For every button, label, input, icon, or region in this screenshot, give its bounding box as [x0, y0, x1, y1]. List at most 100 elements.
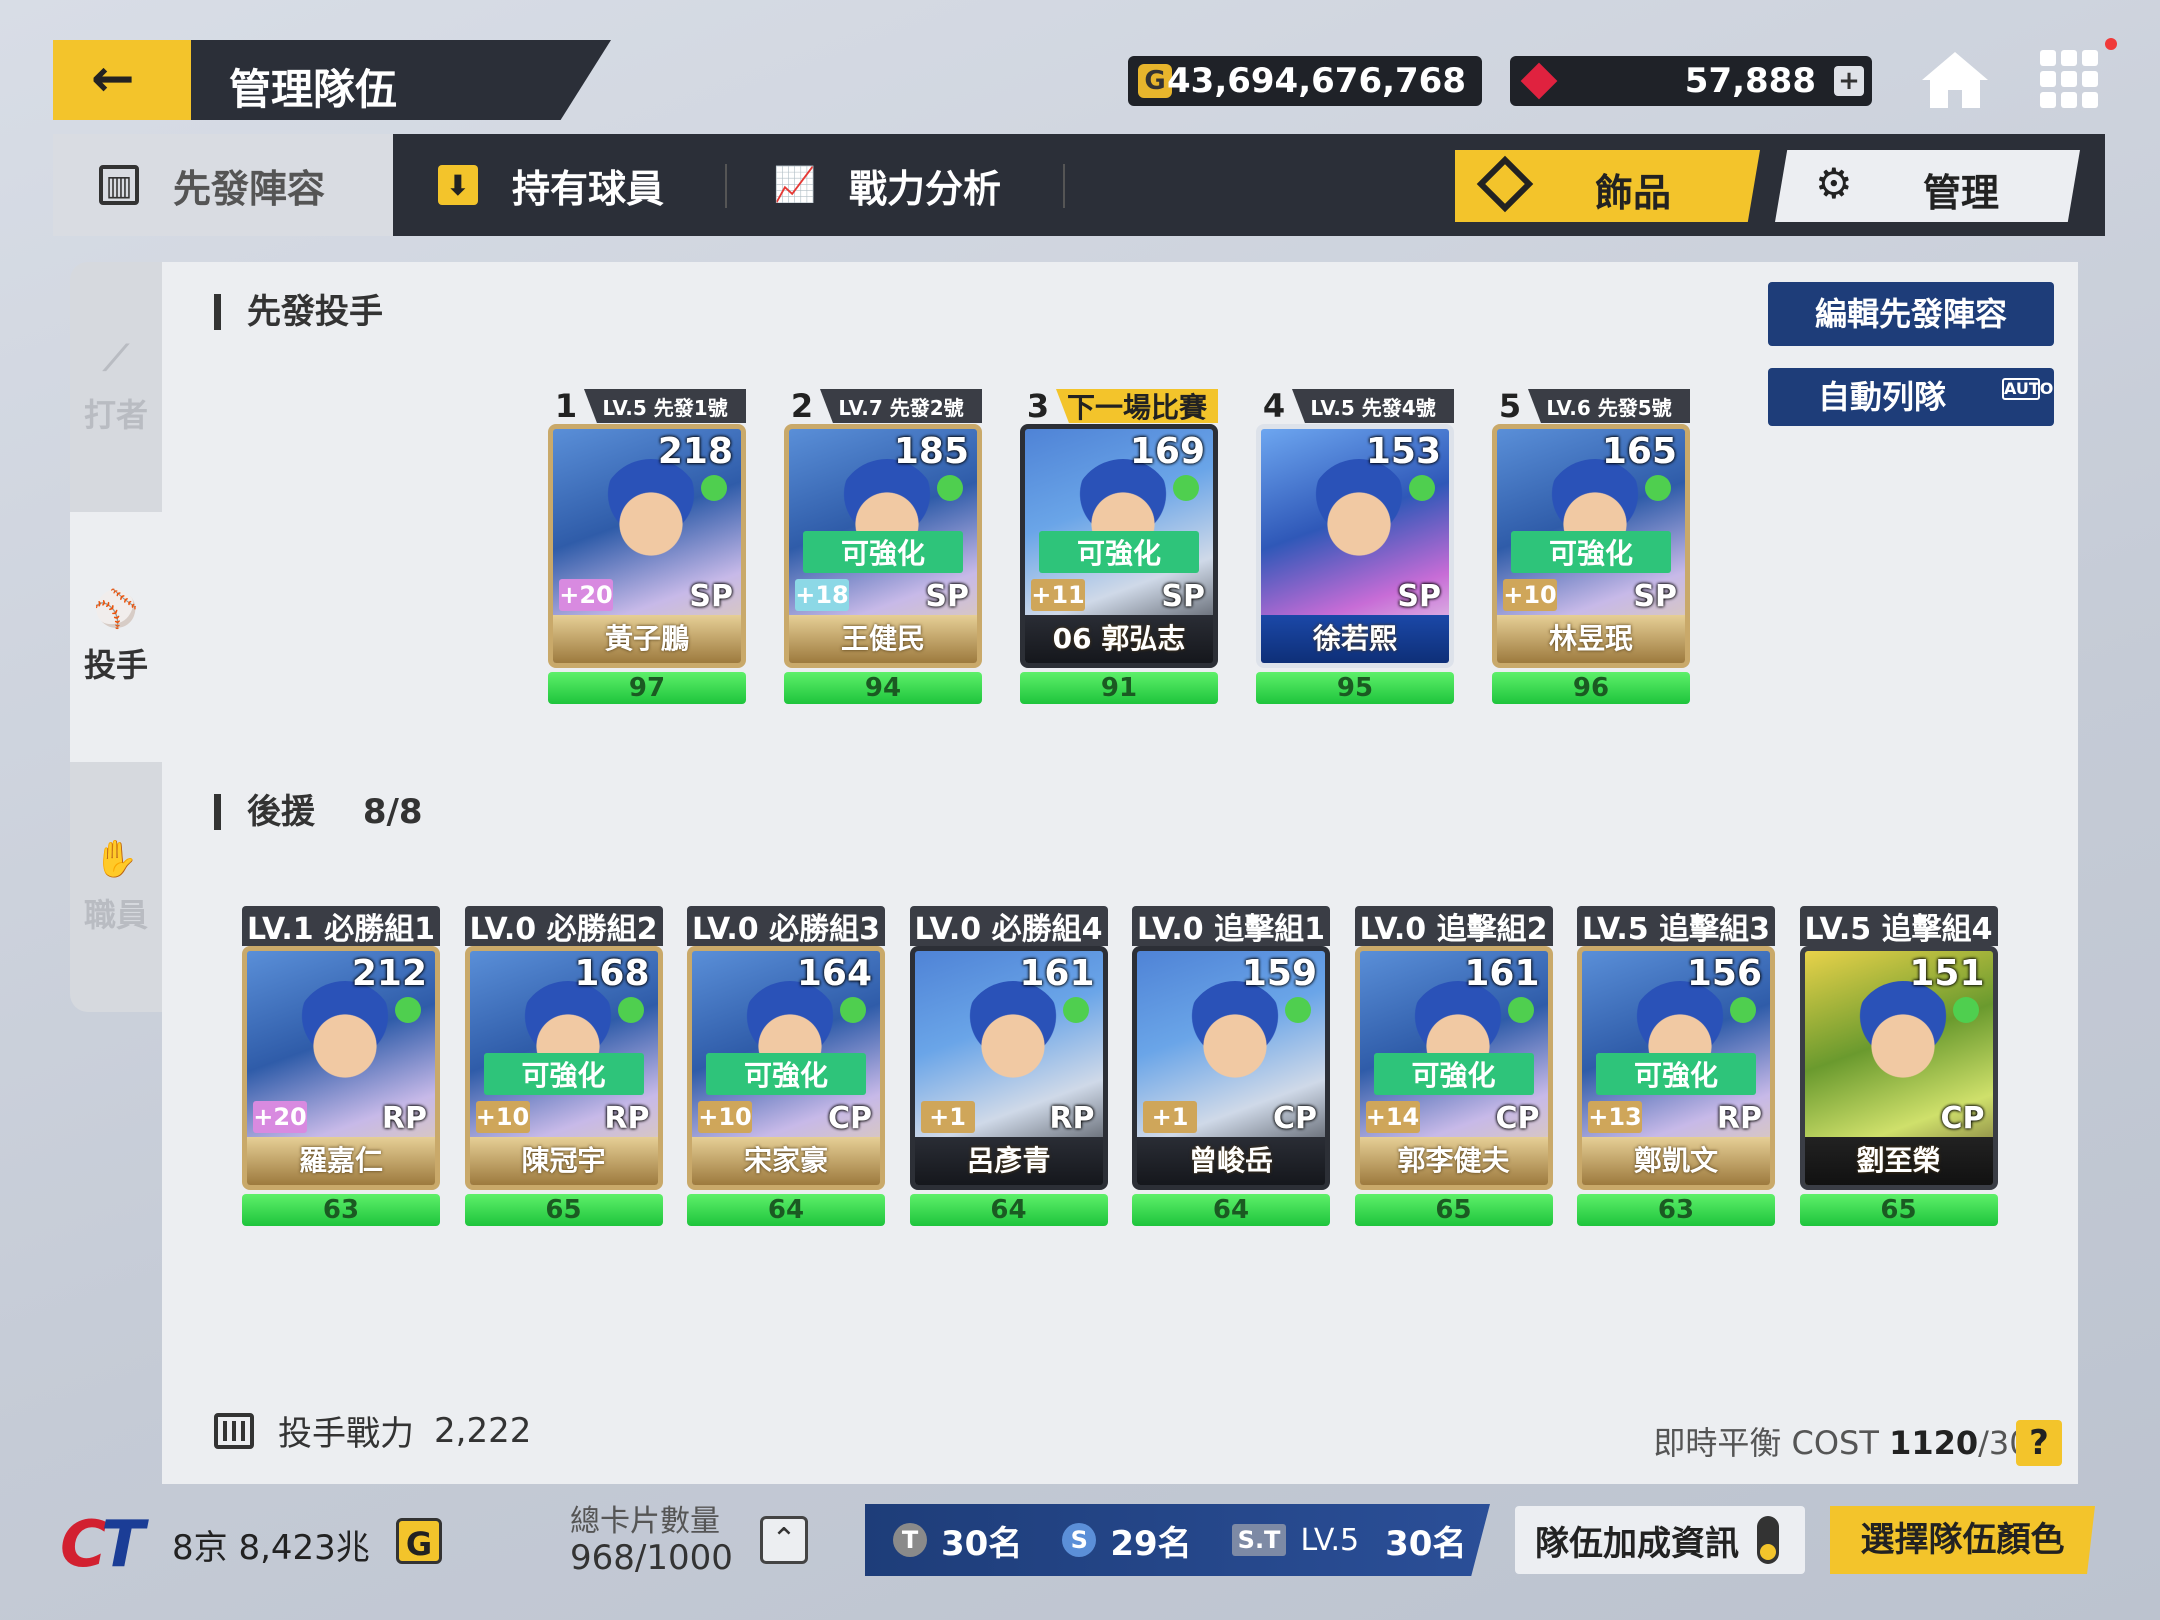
- card-count-label: 總卡片數量: [570, 1504, 720, 1539]
- back-arrow-icon: ←: [91, 49, 135, 109]
- relief-card[interactable]: LV.0 必勝組2 168 可強化 +10 RP 陳冠宇 65: [464, 906, 663, 1226]
- player-card[interactable]: 161 可強化 +14 CP 郭李健夫: [1354, 946, 1553, 1190]
- player-card[interactable]: 156 可強化 +13 RP 鄭凱文: [1577, 946, 1775, 1190]
- auto-lineup-button[interactable]: 自動列隊 AUTO: [1768, 368, 2054, 426]
- player-name: 呂彥青: [914, 1137, 1103, 1185]
- starter-card[interactable]: 4 LV.5 先發4號 153 SP 徐若熙 95: [1256, 387, 1454, 704]
- player-name: 鄭凱文: [1582, 1137, 1770, 1185]
- gear-icon: ⚙: [1815, 159, 1853, 208]
- rank-bar[interactable]: T 30名 S 29名 S.T LV.5 30名: [865, 1504, 1490, 1576]
- player-card[interactable]: 185 可強化 +18 SP 王健民: [784, 424, 982, 668]
- condition-dot: [840, 997, 866, 1023]
- cost-value: 1120: [1889, 1424, 1979, 1462]
- player-card[interactable]: 212 +20 RP 羅嘉仁: [242, 946, 440, 1190]
- card-header: 3 下一場比賽: [1020, 387, 1218, 425]
- condition-bar: 63: [1577, 1194, 1775, 1226]
- relief-card[interactable]: LV.0 追擊組2 161 可強化 +14 CP 郭李健夫 65: [1354, 906, 1553, 1226]
- notification-dot: [2105, 38, 2117, 50]
- help-button[interactable]: ?: [2016, 1420, 2062, 1466]
- starter-card[interactable]: 2 LV.7 先發2號 185 可強化 +18 SP 王健民 94: [784, 387, 982, 704]
- side-batter-label: 打者: [83, 396, 148, 434]
- tab-owned-players[interactable]: ⬇ 持有球員: [438, 134, 664, 236]
- enhance-badge: 可強化: [1373, 1053, 1534, 1095]
- condition-dot: [1285, 997, 1311, 1023]
- condition-dot: [1173, 475, 1199, 501]
- card-header: 5 LV.6 先發5號: [1492, 387, 1690, 425]
- enhance-level: +14: [1365, 1101, 1420, 1133]
- enhance-badge: 可強化: [1511, 531, 1671, 573]
- st-rank-level: LV.5: [1300, 1522, 1360, 1558]
- player-name: 06 郭弘志: [1025, 615, 1213, 663]
- player-avatar: [601, 459, 701, 559]
- player-name: 林昱珉: [1497, 615, 1685, 663]
- condition-dot: [1645, 475, 1671, 501]
- condition-dot: [937, 475, 963, 501]
- player-card[interactable]: 165 可強化 +10 SP 林昱珉: [1492, 424, 1690, 668]
- relief-role-label: LV.5 追擊組3: [1577, 906, 1775, 947]
- starters-section-title: 先發投手: [214, 294, 383, 330]
- tab-power-analysis[interactable]: 📈 戰力分析: [774, 134, 1001, 236]
- relief-card[interactable]: LV.1 必勝組1 212 +20 RP 羅嘉仁 63: [242, 906, 440, 1226]
- side-pitcher: ⚾ 投手: [70, 588, 162, 686]
- team-bonus-button[interactable]: 隊伍加成資訊: [1515, 1506, 1805, 1574]
- manage-button[interactable]: ⚙ 管理: [1775, 150, 2080, 222]
- gem-amount: 57,888: [1684, 61, 1816, 101]
- relief-card[interactable]: LV.0 必勝組4 161 +1 RP 呂彥青 64: [909, 906, 1108, 1226]
- relief-card[interactable]: LV.5 追擊組3 156 可強化 +13 RP 鄭凱文 63: [1577, 906, 1775, 1226]
- menu-grid-icon[interactable]: [2040, 50, 2098, 108]
- player-name: 黃子鵬: [553, 615, 741, 663]
- position-label: RP: [604, 1101, 650, 1136]
- tab-starting-lineup[interactable]: ▥ 先發陣容: [53, 134, 393, 236]
- overall-rating: 185: [893, 431, 969, 472]
- relief-card[interactable]: LV.5 追擊組4 151 CP 劉至榮 65: [1799, 906, 1998, 1226]
- player-name: 宋家豪: [692, 1137, 880, 1185]
- pitcher-power: 投手戰力 2,222: [214, 1406, 531, 1455]
- player-card[interactable]: 159 +1 CP 曾峻岳: [1132, 946, 1330, 1190]
- decoration-button[interactable]: 飾品: [1455, 150, 1760, 222]
- position-label: CP: [1940, 1101, 1985, 1136]
- relief-card[interactable]: LV.0 追擊組1 159 +1 CP 曾峻岳 64: [1132, 906, 1330, 1226]
- expand-up-button[interactable]: ⌃: [760, 1516, 808, 1564]
- back-button[interactable]: ←: [53, 40, 191, 120]
- download-icon: ⬇: [438, 165, 478, 205]
- slot-label: LV.6 先發5號: [1528, 389, 1690, 423]
- position-label: RP: [1716, 1101, 1762, 1136]
- starter-card[interactable]: 5 LV.6 先發5號 165 可強化 +10 SP 林昱珉 96: [1492, 387, 1690, 704]
- player-card[interactable]: 153 SP 徐若熙: [1256, 424, 1454, 668]
- player-card[interactable]: 218 +20 SP 黃子鵬: [548, 424, 746, 668]
- enhance-badge: 可強化: [706, 1053, 866, 1095]
- add-gems-button[interactable]: +: [1834, 66, 1864, 96]
- slot-number: 1: [554, 387, 578, 425]
- enhance-level: +10: [698, 1101, 752, 1133]
- condition-dot: [701, 475, 727, 501]
- player-card[interactable]: 151 CP 劉至榮: [1799, 946, 1998, 1190]
- title-bar: 管理隊伍: [191, 40, 611, 120]
- starter-card[interactable]: 3 下一場比賽 169 可強化 +11 SP 06 郭弘志 91: [1020, 387, 1218, 704]
- player-card[interactable]: 164 可強化 +10 CP 宋家豪: [687, 946, 885, 1190]
- condition-dot: [617, 997, 644, 1023]
- s-rank-value: 29名: [1110, 1523, 1192, 1564]
- condition-dot: [1952, 997, 1979, 1023]
- edit-lineup-button[interactable]: 編輯先發陣容: [1768, 282, 2054, 346]
- condition-dot: [1062, 997, 1089, 1023]
- starter-card[interactable]: 1 LV.5 先發1號 218 +20 SP 黃子鵬 97: [548, 387, 746, 704]
- player-name: 陳冠宇: [469, 1137, 658, 1185]
- team-logo: CT: [60, 1508, 145, 1582]
- edit-lineup-label: 編輯先發陣容: [1814, 295, 2007, 333]
- player-card[interactable]: 169 可強化 +11 SP 06 郭弘志: [1020, 424, 1218, 668]
- enhance-level: +10: [1503, 579, 1557, 611]
- condition-bar: 94: [784, 672, 982, 704]
- team-color-button[interactable]: 選擇隊伍顏色: [1830, 1506, 2095, 1574]
- relief-role-label: LV.0 必勝組3: [687, 906, 885, 947]
- player-card[interactable]: 161 +1 RP 呂彥青: [909, 946, 1108, 1190]
- overall-rating: 164: [796, 953, 872, 994]
- gold-amount: 43,694,676,768: [1167, 61, 1466, 101]
- position-label: SP: [1397, 579, 1441, 614]
- home-icon[interactable]: [1920, 50, 1990, 110]
- relief-card[interactable]: LV.0 必勝組3 164 可強化 +10 CP 宋家豪 64: [687, 906, 885, 1226]
- gem-icon: [1520, 62, 1558, 100]
- player-avatar: [962, 981, 1063, 1081]
- overall-rating: 161: [1464, 953, 1540, 994]
- enhance-level: +1: [1143, 1101, 1197, 1133]
- player-card[interactable]: 168 可強化 +10 RP 陳冠宇: [464, 946, 663, 1190]
